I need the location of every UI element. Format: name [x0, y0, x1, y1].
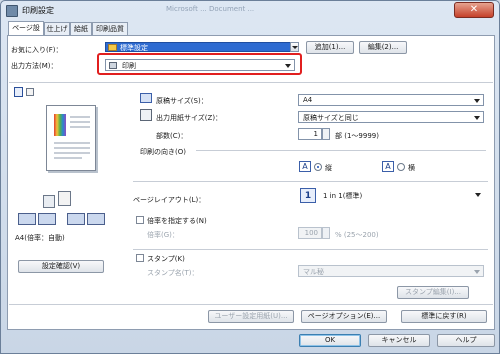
original-size-select[interactable]: A4: [298, 94, 484, 106]
close-button[interactable]: ✕: [454, 2, 494, 18]
user-paper-button[interactable]: ユーザー設定用紙(U)...: [208, 310, 294, 323]
output-paper-icon: [140, 109, 152, 121]
preview-caption: A4(倍率：自動): [15, 234, 65, 242]
divider: [133, 181, 488, 182]
cancel-button[interactable]: キャンセル: [368, 334, 430, 347]
orientation-label: 印刷の向き(O): [140, 148, 186, 156]
tab-paper-feed[interactable]: 給紙: [70, 22, 92, 36]
output-size-value: 原稿サイズと同じ: [303, 114, 359, 122]
portrait-orientation-icon: A: [299, 161, 311, 172]
scale-label: 倍率(G)：: [147, 231, 179, 239]
copies-input[interactable]: 1: [298, 128, 322, 140]
page-icon: [58, 191, 71, 206]
stamp-checkbox-label: スタンプ(K): [147, 255, 185, 263]
chevron-down-icon: [475, 193, 481, 197]
page-layout-select[interactable]: 1 in 1(標準): [319, 189, 484, 203]
portrait-label: 縦: [325, 164, 332, 172]
page-preview: [46, 105, 96, 171]
stamp-edit-button[interactable]: スタンプ編集(I)...: [397, 286, 469, 299]
original-size-label: 原稿サイズ(S)：: [156, 97, 208, 105]
tab-finishing[interactable]: 仕上げ: [44, 22, 70, 36]
portrait-radio[interactable]: [314, 163, 322, 171]
chevron-down-icon: [474, 116, 480, 120]
ok-button[interactable]: OK: [299, 334, 361, 347]
original-size-value: A4: [303, 96, 313, 104]
divider: [9, 304, 493, 305]
scale-value: 100: [304, 229, 318, 237]
landscape-orientation-icon: A: [382, 161, 394, 172]
divider: [133, 249, 488, 250]
scale-input[interactable]: 100: [298, 227, 322, 239]
stamp-checkbox[interactable]: [136, 254, 144, 262]
scale-range: % (25～200): [335, 231, 379, 239]
stamp-name-label: スタンプ名(T)：: [147, 269, 199, 277]
output-size-select[interactable]: 原稿サイズと同じ: [298, 111, 484, 123]
favorites-value: 標準設定: [120, 44, 148, 52]
favorites-label: お気に入り(F)：: [11, 46, 63, 54]
portrait-view-icon[interactable]: [14, 87, 23, 97]
add-favorite-button[interactable]: 追加(1)...: [306, 41, 354, 54]
favorite-star-icon: [108, 44, 117, 51]
copies-label: 部数(C)：: [156, 132, 188, 140]
window-title: 印刷設定: [22, 6, 54, 15]
page-layout-label: ページレイアウト(L)：: [133, 196, 206, 204]
edit-favorite-button[interactable]: 編集(2)...: [359, 41, 407, 54]
settings-check-button[interactable]: 設定確認(V): [18, 260, 104, 273]
tab-print-quality[interactable]: 印刷品質: [92, 22, 128, 36]
scale-checkbox-label: 倍率を指定する(N): [147, 217, 207, 225]
paper-size-icon: [140, 93, 152, 103]
tab-page-setup[interactable]: ページ設定: [8, 21, 44, 44]
page-layout-value: 1 in 1(標準): [323, 192, 363, 200]
preview-color-bars: [54, 114, 66, 136]
divider: [9, 82, 493, 83]
favorites-select[interactable]: 標準設定: [105, 42, 291, 52]
print-settings-window: 印刷設定 Microsoft ... Document ... ✕ ページ設定 …: [0, 0, 500, 354]
output-method-label: 出力方法(M)：: [11, 62, 58, 70]
booklet-left-icon[interactable]: [67, 213, 85, 225]
output-size-label: 出力用紙サイズ(Z)：: [156, 114, 223, 122]
duplex-left-icon[interactable]: [18, 213, 36, 225]
divider: [196, 150, 486, 151]
paper-stack-icon: [43, 195, 55, 208]
chevron-down-icon: [474, 99, 480, 103]
chevron-down-icon: [292, 46, 298, 49]
duplex-right-icon[interactable]: [38, 213, 56, 225]
favorites-dropdown-button[interactable]: [290, 42, 299, 52]
title-bar: 印刷設定 Microsoft ... Document ... ✕: [1, 1, 499, 21]
printer-view-icon[interactable]: [26, 88, 34, 96]
copies-range: 部 (1～9999): [335, 132, 379, 140]
printer-icon: [6, 5, 18, 17]
highlight-box: [97, 53, 302, 75]
chevron-down-icon: [474, 270, 480, 274]
copies-value: 1: [313, 130, 318, 138]
landscape-radio[interactable]: [397, 163, 405, 171]
landscape-label: 横: [408, 164, 415, 172]
page-layout-icon: 1: [300, 188, 316, 203]
booklet-right-icon[interactable]: [87, 213, 105, 225]
stamp-name-select[interactable]: マル秘: [298, 265, 484, 277]
scale-checkbox[interactable]: [136, 216, 144, 224]
copies-stepper[interactable]: [322, 128, 330, 140]
page-options-button[interactable]: ページオプション(E)...: [301, 310, 387, 323]
help-button[interactable]: ヘルプ: [437, 334, 495, 347]
faded-window-title: Microsoft ... Document ...: [166, 5, 255, 13]
stamp-name-value: マル秘: [303, 268, 324, 276]
scale-stepper[interactable]: [322, 227, 330, 239]
restore-defaults-button[interactable]: 標準に戻す(R): [401, 310, 487, 323]
